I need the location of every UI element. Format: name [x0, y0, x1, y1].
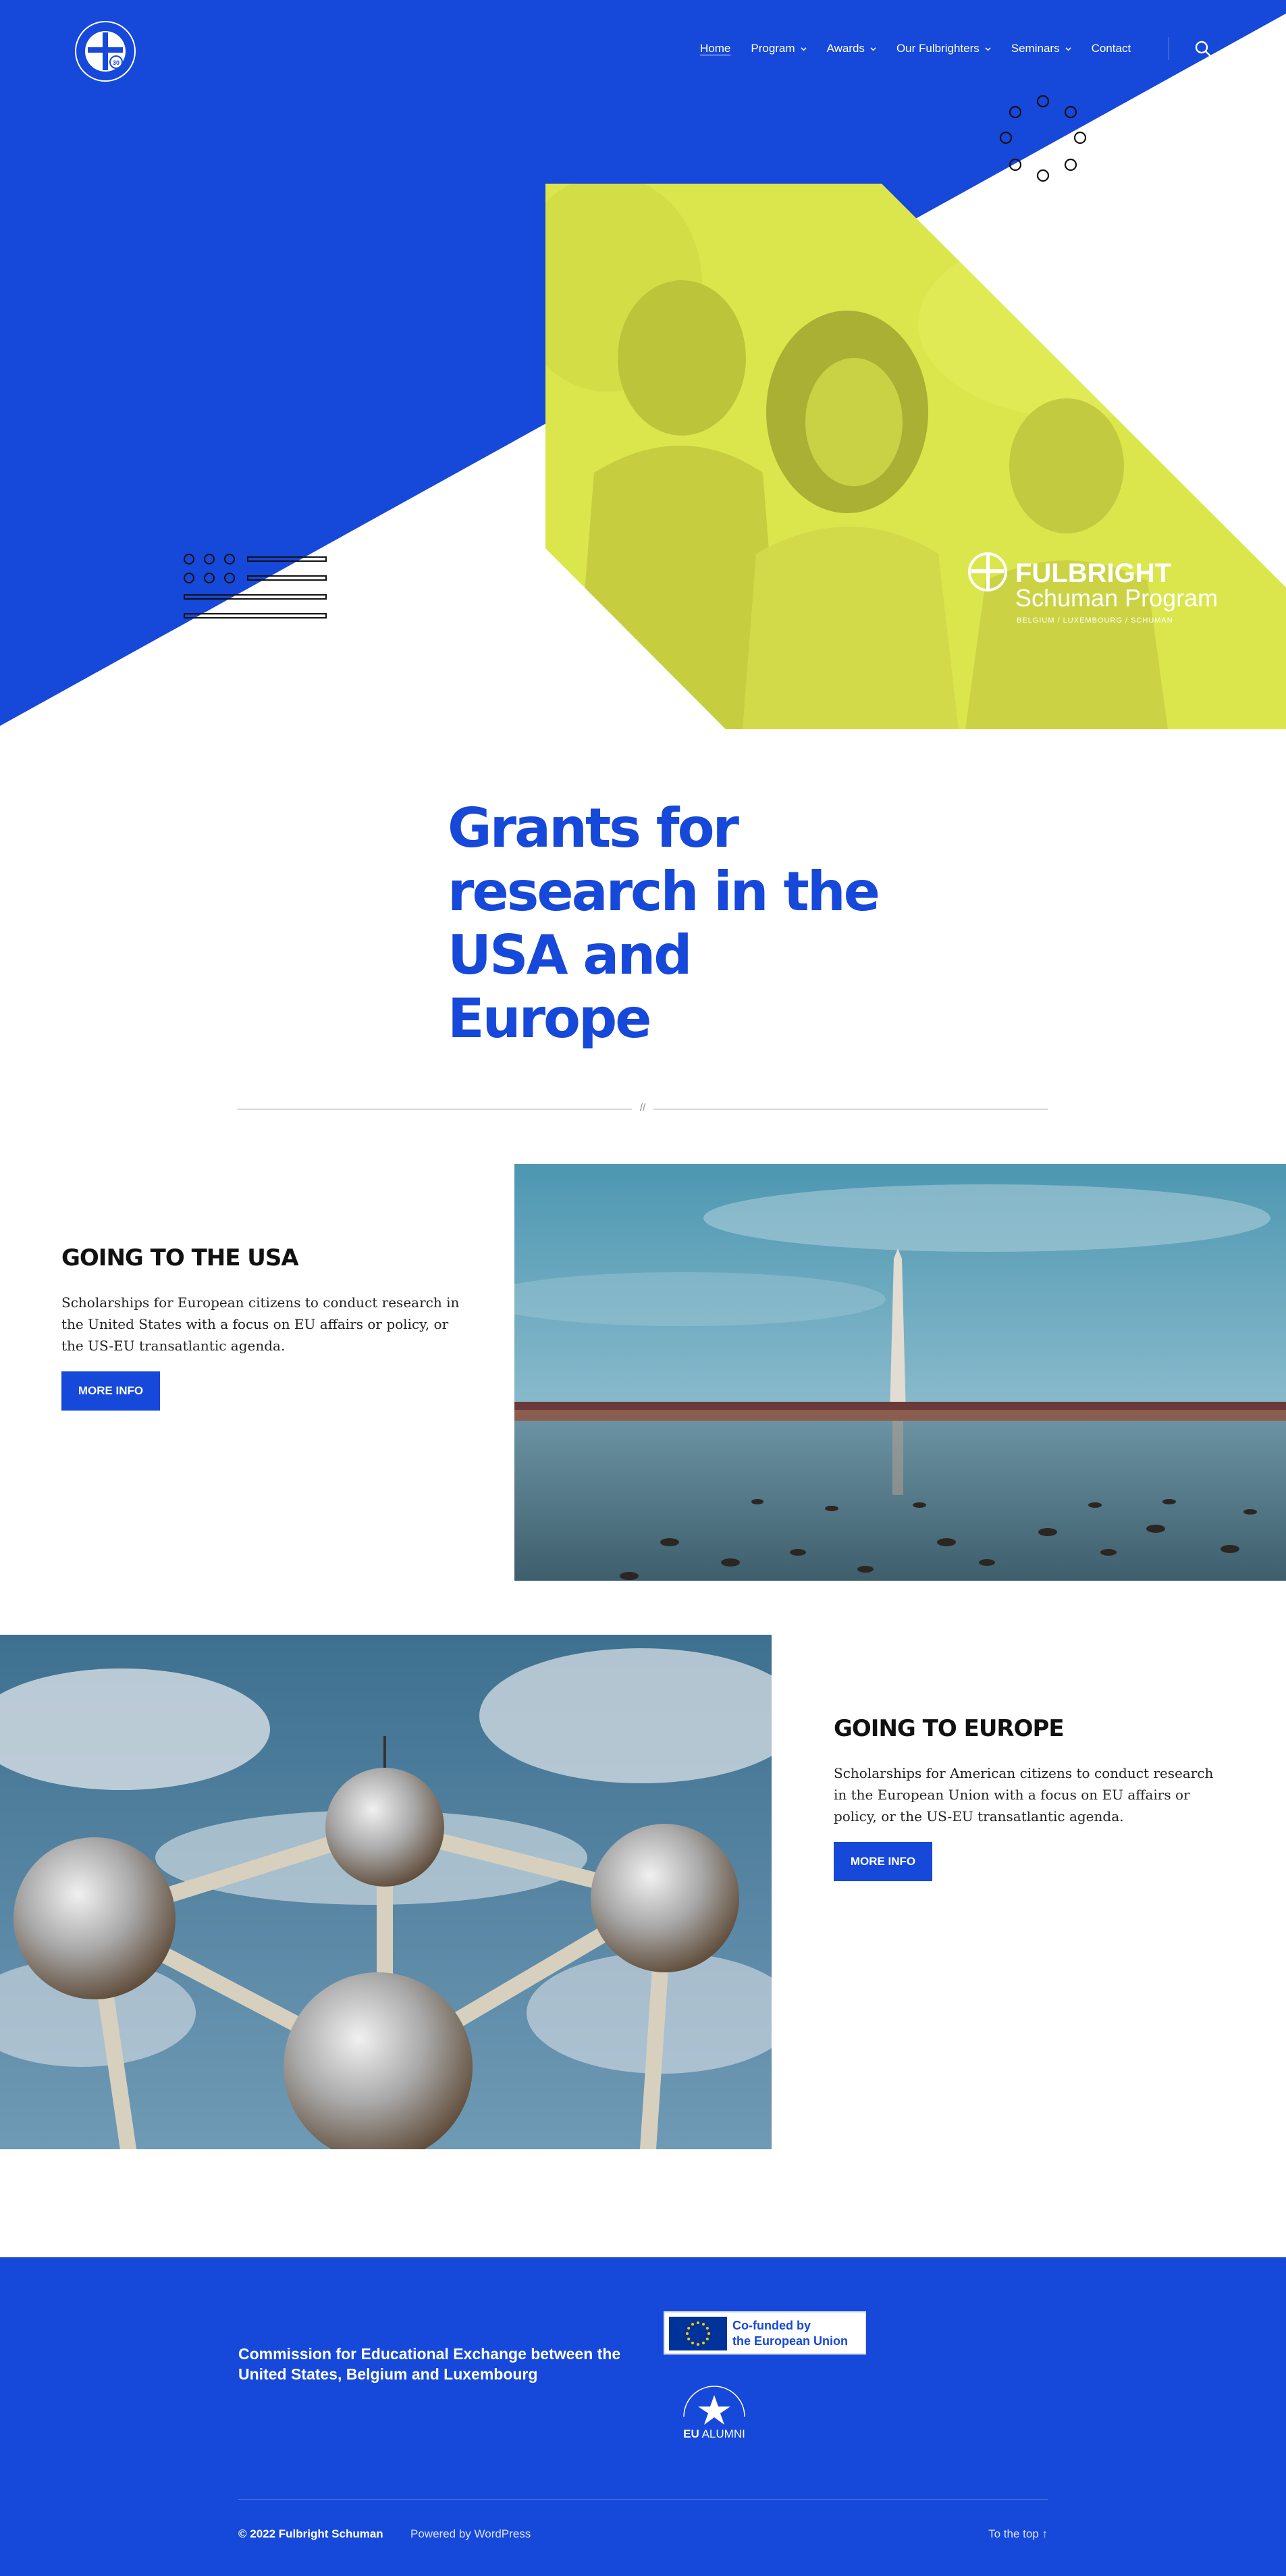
- site-footer: Commission for Educational Exchange betw…: [0, 2257, 1286, 2576]
- nav-item-our-fulbrighters[interactable]: Our Fulbrighters: [896, 42, 991, 55]
- eu-badge-line-2: the European Union: [732, 2334, 848, 2348]
- alumni-eu: EU: [683, 2427, 699, 2440]
- nav-item-label: Home: [700, 42, 731, 55]
- nav-item-label: Awards: [826, 42, 865, 55]
- europe-more-info-button[interactable]: MORE INFO: [834, 1842, 932, 1881]
- nav-item-awards[interactable]: Awards: [827, 42, 876, 55]
- site-logo[interactable]: 30: [73, 19, 138, 84]
- fulbright-brand-mark: [968, 552, 1007, 592]
- section-divider: //: [238, 1102, 1048, 1115]
- footer-divider: [238, 2499, 1048, 2500]
- to-top-link[interactable]: To the top ↑: [988, 2527, 1048, 2541]
- nav-item-label: Program: [751, 42, 795, 55]
- decorative-dots-lines: [184, 554, 327, 619]
- nav-item-home[interactable]: Home: [700, 42, 730, 55]
- main-navigation: Home Program Awards Our Fulbrighters Seminar…: [680, 38, 1131, 59]
- nav-item-contact[interactable]: Contact: [1092, 42, 1131, 55]
- chevron-down-icon: [1065, 47, 1071, 51]
- svg-text:30: 30: [113, 59, 119, 66]
- chevron-down-icon: [870, 47, 876, 51]
- europe-section-text: Scholarships for American citizens to co…: [834, 1765, 1214, 1824]
- chevron-down-icon: [985, 47, 991, 51]
- decorative-circles: [999, 95, 1087, 182]
- chevron-down-icon: [800, 47, 807, 51]
- eu-cofunded-badge[interactable]: Co-funded by the European Union: [664, 2311, 866, 2355]
- commission-name: Commission for Educational Exchange betw…: [238, 2345, 621, 2383]
- alumni-text: ALUMNI: [701, 2427, 745, 2440]
- usa-section-title: GOING TO THE USA: [61, 1244, 299, 1271]
- eu-alumni-logo[interactable]: EU ALUMNI: [677, 2386, 751, 2446]
- hero-section: FULBRIGHT Schuman Program BELGIUM / LUXE…: [0, 0, 1286, 729]
- page-title: Grants for research in the USA and Europ…: [448, 797, 880, 1050]
- nav-item-seminars[interactable]: Seminars: [1011, 42, 1071, 55]
- brand-line-3: BELGIUM / LUXEMBOURG / SCHUMAN: [1017, 616, 1173, 625]
- atomium-photo: [0, 1635, 772, 2149]
- copyright: © 2022 Fulbright Schuman: [238, 2527, 383, 2540]
- nav-item-label: Contact: [1091, 42, 1131, 55]
- search-icon[interactable]: [1194, 39, 1212, 58]
- usa-section-text: Scholarships for European citizens to co…: [61, 1294, 460, 1354]
- nav-item-label: Seminars: [1011, 42, 1060, 55]
- usa-more-info-button[interactable]: MORE INFO: [61, 1371, 160, 1411]
- washington-monument-photo: [514, 1164, 1286, 1581]
- eu-flag-icon: [669, 2317, 727, 2350]
- nav-item-label: Our Fulbrighters: [896, 42, 980, 55]
- brand-line-2: Schuman Program: [1015, 584, 1218, 612]
- divider-mark: //: [639, 1102, 646, 1113]
- europe-section-title: GOING TO EUROPE: [834, 1715, 1065, 1742]
- powered-by-link[interactable]: Powered by WordPress: [410, 2527, 531, 2541]
- nav-item-program[interactable]: Program: [751, 42, 807, 55]
- eu-badge-line-1: Co-funded by: [732, 2319, 811, 2332]
